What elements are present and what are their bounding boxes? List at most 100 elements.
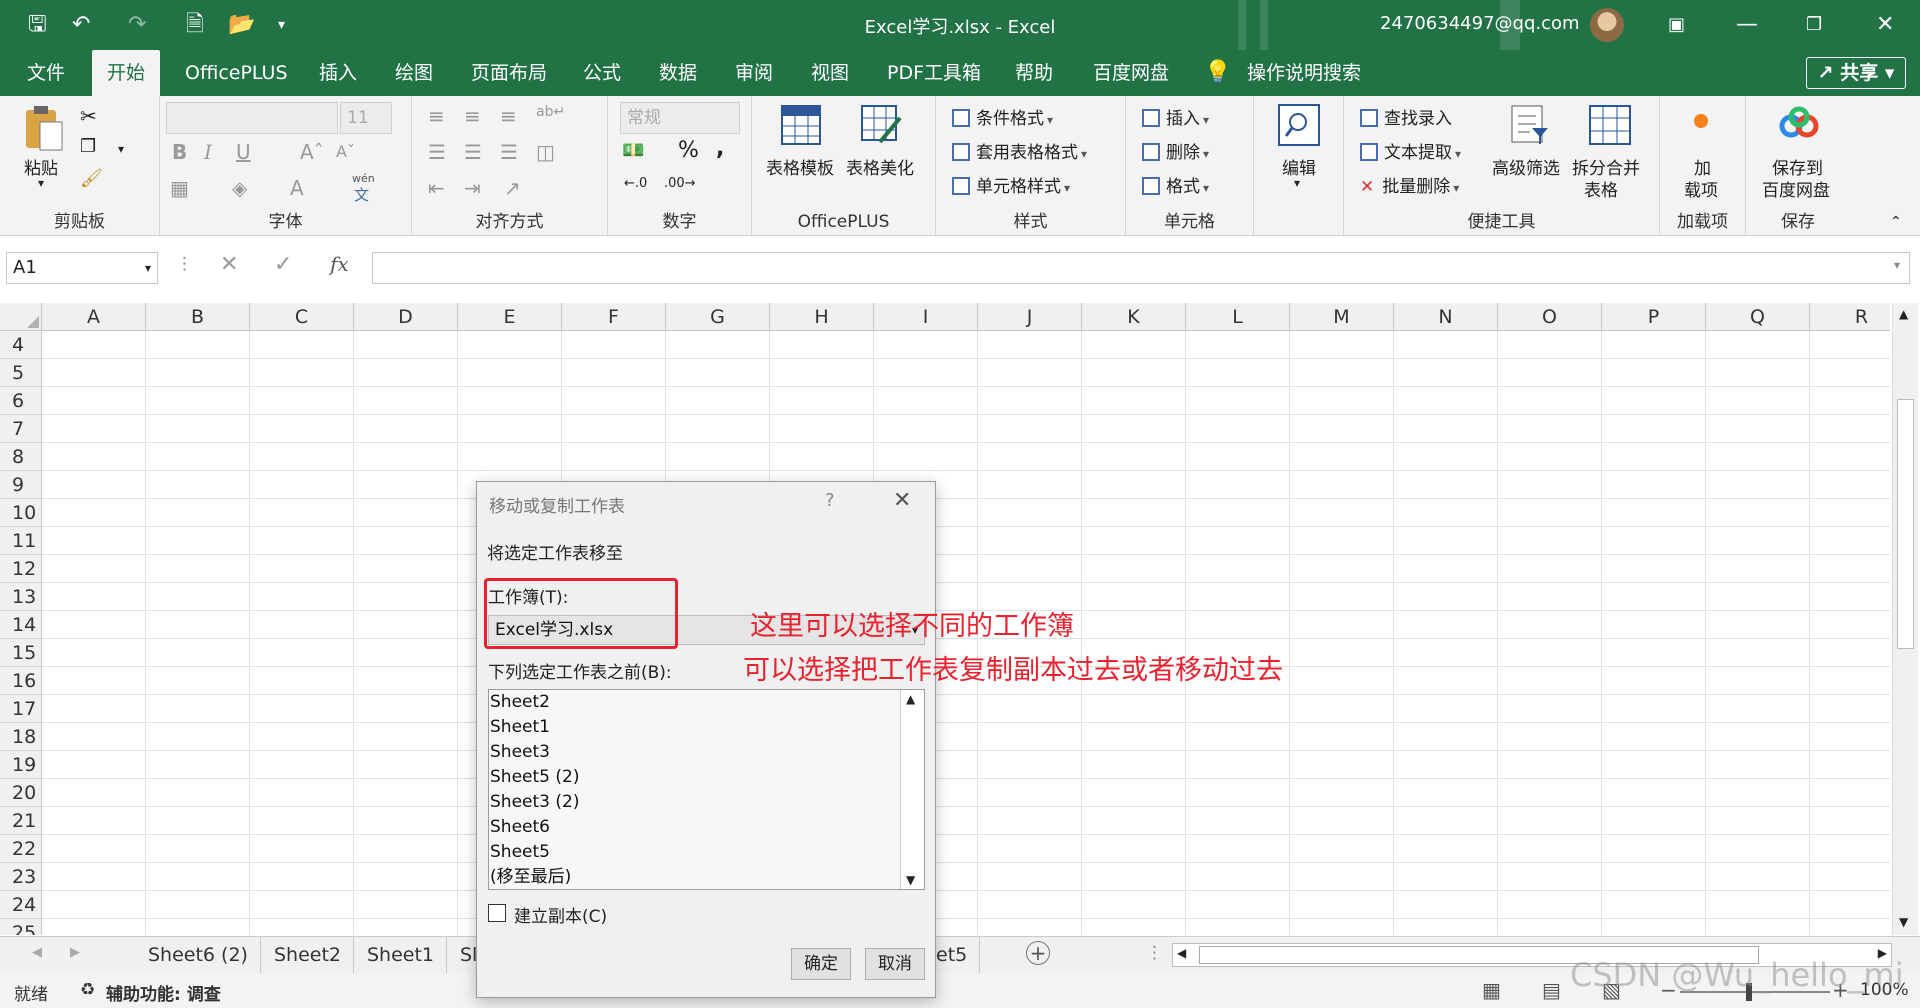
tab-insert[interactable]: 插入: [304, 50, 372, 96]
sheet-tab[interactable]: Sheet1: [355, 937, 448, 973]
row-header[interactable]: 7: [0, 415, 42, 443]
tab-data[interactable]: 数据: [644, 50, 712, 96]
column-header[interactable]: F: [562, 303, 666, 331]
list-item[interactable]: Sheet5: [490, 840, 900, 865]
row-header[interactable]: 14: [0, 611, 42, 639]
orientation-icon[interactable]: ↗: [504, 176, 521, 200]
chevron-down-icon[interactable]: ▾: [118, 142, 124, 156]
conditional-format-button[interactable]: 条件格式 ▾: [952, 104, 1053, 129]
indent-icon[interactable]: ⇥: [464, 176, 481, 200]
row-header[interactable]: 19: [0, 751, 42, 779]
align-left-icon[interactable]: ☰: [428, 140, 446, 164]
scroll-right-icon[interactable]: ▶: [70, 945, 80, 960]
list-item[interactable]: Sheet1: [490, 715, 900, 740]
format-cells-button[interactable]: 格式 ▾: [1142, 172, 1209, 197]
accessibility-status[interactable]: 辅助功能: 调查: [106, 980, 221, 1005]
increase-font-icon[interactable]: Aˆ: [300, 140, 324, 164]
advanced-filter-button[interactable]: 高级筛选: [1492, 154, 1560, 179]
row-header[interactable]: 4: [0, 331, 42, 359]
find-input-button[interactable]: 查找录入: [1360, 104, 1452, 129]
row-header[interactable]: 17: [0, 695, 42, 723]
tab-formulas[interactable]: 公式: [568, 50, 636, 96]
search-icon[interactable]: [1278, 104, 1320, 146]
ribbon-display-icon[interactable]: ▣: [1668, 12, 1685, 38]
fill-color-icon[interactable]: ◈: [232, 176, 247, 200]
listbox-scrollbar[interactable]: ▲ ▼: [900, 690, 924, 889]
cancel-button[interactable]: 取消: [865, 948, 925, 980]
select-all-corner[interactable]: [0, 303, 42, 331]
table-template-icon[interactable]: [780, 104, 822, 146]
scroll-up-icon[interactable]: ▲: [1899, 307, 1908, 321]
split-merge-table[interactable]: 表格: [1584, 176, 1618, 201]
more-options-icon[interactable]: ⋮: [176, 254, 193, 274]
row-header[interactable]: 20: [0, 779, 42, 807]
row-header[interactable]: 18: [0, 723, 42, 751]
sheet-tab[interactable]: Sheet2: [262, 937, 355, 973]
column-header[interactable]: N: [1394, 303, 1498, 331]
chevron-down-icon[interactable]: ▾: [145, 253, 151, 283]
copy-icon[interactable]: ❐: [80, 136, 96, 157]
scroll-thumb[interactable]: [1897, 399, 1914, 649]
column-header[interactable]: H: [770, 303, 874, 331]
column-header[interactable]: A: [42, 303, 146, 331]
format-painter-icon[interactable]: 🖌: [80, 168, 103, 189]
account-name[interactable]: 2470634497@qq.com: [1380, 13, 1580, 34]
tab-review[interactable]: 审阅: [720, 50, 788, 96]
percent-button[interactable]: %: [678, 138, 699, 163]
chevron-down-icon[interactable]: ▾: [1294, 176, 1300, 190]
advanced-filter-icon[interactable]: [1510, 104, 1550, 146]
splitter-handle-icon[interactable]: ⋮: [1146, 943, 1163, 963]
comma-style-icon[interactable]: ,: [716, 136, 724, 161]
row-header[interactable]: 12: [0, 555, 42, 583]
cell-styles-button[interactable]: 单元格样式 ▾: [952, 172, 1070, 197]
list-item[interactable]: Sheet3 (2): [490, 790, 900, 815]
column-header[interactable]: M: [1290, 303, 1394, 331]
cut-icon[interactable]: ✂: [80, 104, 97, 128]
normal-view-icon[interactable]: ▦: [1482, 978, 1501, 1002]
column-header[interactable]: C: [250, 303, 354, 331]
list-item[interactable]: Sheet6: [490, 815, 900, 840]
underline-button[interactable]: U: [236, 140, 251, 164]
table-template-button[interactable]: 表格模板: [766, 154, 834, 179]
table-beautify-button[interactable]: 表格美化: [846, 154, 914, 179]
column-header[interactable]: O: [1498, 303, 1602, 331]
ok-button[interactable]: 确定: [791, 948, 851, 980]
table-beautify-icon[interactable]: [860, 104, 902, 146]
addins-button-line2[interactable]: 载项: [1684, 176, 1718, 201]
row-header[interactable]: 22: [0, 835, 42, 863]
collapse-ribbon-icon[interactable]: ⌃: [1890, 214, 1902, 230]
paste-icon[interactable]: [22, 104, 64, 152]
tab-baidu-netdisk[interactable]: 百度网盘: [1078, 50, 1184, 96]
restore-icon[interactable]: ❐: [1806, 12, 1822, 38]
decrease-decimal-icon[interactable]: .00→: [664, 176, 696, 191]
border-icon[interactable]: ▦: [170, 176, 189, 200]
font-color-icon[interactable]: A: [290, 176, 304, 200]
text-extract-button[interactable]: 文本提取 ▾: [1360, 138, 1461, 163]
split-merge-icon[interactable]: [1588, 104, 1632, 146]
row-header[interactable]: 21: [0, 807, 42, 835]
enter-icon[interactable]: ✓: [274, 252, 292, 277]
decrease-font-icon[interactable]: Aˇ: [336, 142, 355, 161]
row-header[interactable]: 9: [0, 471, 42, 499]
minimize-icon[interactable]: —: [1736, 12, 1758, 38]
chevron-down-icon[interactable]: ▾: [38, 176, 44, 190]
row-header[interactable]: 24: [0, 891, 42, 919]
scroll-down-icon[interactable]: ▼: [1899, 915, 1908, 929]
copy-checkbox[interactable]: [488, 904, 506, 922]
align-center-icon[interactable]: ☰: [464, 140, 482, 164]
outdent-icon[interactable]: ⇤: [428, 176, 445, 200]
align-right-icon[interactable]: ☰: [500, 140, 518, 164]
bold-button[interactable]: B: [172, 140, 187, 164]
help-button[interactable]: ?: [825, 490, 835, 511]
column-header[interactable]: B: [146, 303, 250, 331]
format-as-table-button[interactable]: 套用表格格式 ▾: [952, 138, 1087, 163]
tab-home[interactable]: 开始: [92, 50, 161, 96]
list-item[interactable]: Sheet5 (2): [490, 765, 900, 790]
cancel-icon[interactable]: ✕: [220, 252, 238, 277]
sheet-listbox[interactable]: Sheet2 Sheet1 Sheet3 Sheet5 (2) Sheet3 (…: [488, 689, 925, 890]
column-header[interactable]: E: [458, 303, 562, 331]
list-item[interactable]: (移至最后): [490, 865, 900, 890]
baidu-cloud-icon[interactable]: [1778, 106, 1820, 140]
save-to-netdisk-line2[interactable]: 百度网盘: [1762, 176, 1830, 201]
scroll-left-icon[interactable]: ◀: [32, 945, 42, 960]
